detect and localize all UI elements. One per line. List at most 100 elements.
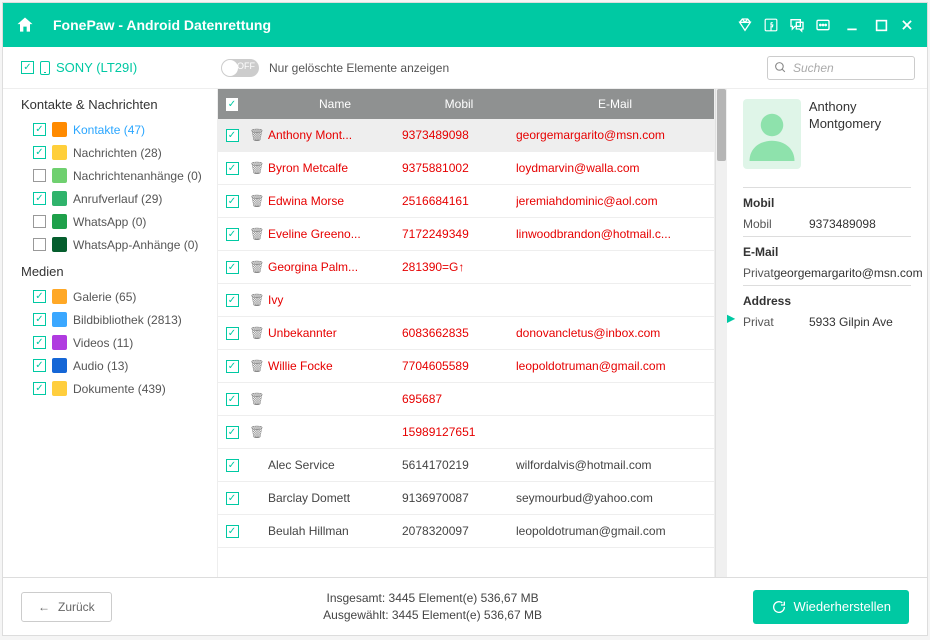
category-icon bbox=[52, 358, 67, 373]
facebook-icon[interactable] bbox=[763, 17, 779, 33]
row-checkbox[interactable] bbox=[226, 459, 239, 472]
col-name[interactable]: Name bbox=[268, 97, 402, 111]
status-total: Insgesamt: 3445 Element(e) 536,67 MB bbox=[112, 590, 754, 607]
row-checkbox[interactable] bbox=[226, 294, 239, 307]
row-email: leopoldotruman@gmail.com bbox=[516, 524, 714, 538]
detail-email-head: E-Mail bbox=[743, 245, 911, 259]
filter-toggle[interactable]: OFF Nur gelöschte Elemente anzeigen bbox=[221, 59, 449, 77]
item-checkbox[interactable] bbox=[33, 169, 46, 182]
table-row[interactable]: 🗑695687 bbox=[218, 383, 714, 416]
table-row[interactable]: 🗑Unbekannter6083662835donovancletus@inbo… bbox=[218, 317, 714, 350]
minimize-icon[interactable] bbox=[841, 17, 863, 33]
row-email: jeremiahdominic@aol.com bbox=[516, 194, 714, 208]
table-row[interactable]: 🗑Georgina Palm...281390=G↑ bbox=[218, 251, 714, 284]
table-row[interactable]: 🗑Eveline Greeno...7172249349linwoodbrand… bbox=[218, 218, 714, 251]
sidebar-item[interactable]: Videos (11) bbox=[21, 331, 213, 354]
item-checkbox[interactable] bbox=[33, 146, 46, 159]
row-email: georgemargarito@msn.com bbox=[516, 128, 714, 142]
table-body[interactable]: 🗑Anthony Mont...9373489098georgemargarit… bbox=[218, 119, 714, 577]
sidebar-item[interactable]: Galerie (65) bbox=[21, 285, 213, 308]
sidebar-item[interactable]: Bildbibliothek (2813) bbox=[21, 308, 213, 331]
row-checkbox[interactable] bbox=[226, 327, 239, 340]
table-row[interactable]: 🗑Willie Focke7704605589leopoldotruman@gm… bbox=[218, 350, 714, 383]
search-input[interactable]: Suchen bbox=[767, 56, 915, 80]
device-checkbox[interactable] bbox=[21, 61, 34, 74]
sidebar-item[interactable]: Dokumente (439) bbox=[21, 377, 213, 400]
phone-icon bbox=[40, 61, 50, 75]
title-controls bbox=[737, 17, 915, 33]
status-text: Insgesamt: 3445 Element(e) 536,67 MB Aus… bbox=[112, 590, 754, 624]
sidebar-item[interactable]: Nachrichtenanhänge (0) bbox=[21, 164, 213, 187]
home-icon[interactable] bbox=[15, 15, 35, 35]
row-checkbox[interactable] bbox=[226, 162, 239, 175]
table-row[interactable]: Barclay Domett9136970087seymourbud@yahoo… bbox=[218, 482, 714, 515]
feedback-icon[interactable] bbox=[789, 17, 805, 33]
header-checkbox[interactable] bbox=[226, 98, 238, 111]
table-row[interactable]: Alec Service5614170219wilfordalvis@hotma… bbox=[218, 449, 714, 482]
sidebar-item[interactable]: Nachrichten (28) bbox=[21, 141, 213, 164]
row-checkbox[interactable] bbox=[226, 228, 239, 241]
titlebar: FonePaw - Android Datenrettung bbox=[3, 3, 927, 47]
sidebar-item[interactable]: Kontakte (47) bbox=[21, 118, 213, 141]
item-checkbox[interactable] bbox=[33, 313, 46, 326]
item-checkbox[interactable] bbox=[33, 215, 46, 228]
col-mobil[interactable]: Mobil bbox=[402, 97, 516, 111]
row-checkbox[interactable] bbox=[226, 426, 239, 439]
item-label: Bildbibliothek (2813) bbox=[73, 313, 182, 327]
table-row[interactable]: Beulah Hillman2078320097leopoldotruman@g… bbox=[218, 515, 714, 548]
table-row[interactable]: 🗑15989127651 bbox=[218, 416, 714, 449]
close-icon[interactable] bbox=[899, 17, 915, 33]
item-checkbox[interactable] bbox=[33, 359, 46, 372]
item-checkbox[interactable] bbox=[33, 290, 46, 303]
detail-mobil: 9373489098 bbox=[809, 217, 911, 231]
row-checkbox[interactable] bbox=[226, 360, 239, 373]
row-mobil: 15989127651 bbox=[402, 425, 516, 439]
trash-icon: 🗑 bbox=[249, 128, 264, 142]
trash-icon: 🗑 bbox=[249, 359, 264, 373]
top-strip: SONY (LT29I) OFF Nur gelöschte Elemente … bbox=[3, 47, 927, 89]
sidebar-item[interactable]: WhatsApp-Anhänge (0) bbox=[21, 233, 213, 256]
row-checkbox[interactable] bbox=[226, 525, 239, 538]
row-checkbox[interactable] bbox=[226, 261, 239, 274]
item-checkbox[interactable] bbox=[33, 192, 46, 205]
detail-email: georgemargarito@msn.com bbox=[774, 266, 923, 280]
diamond-icon[interactable] bbox=[737, 17, 753, 33]
row-name: Eveline Greeno... bbox=[268, 227, 402, 241]
sidebar-item[interactable]: Audio (13) bbox=[21, 354, 213, 377]
row-checkbox[interactable] bbox=[226, 129, 239, 142]
table-row[interactable]: 🗑Edwina Morse2516684161jeremiahdominic@a… bbox=[218, 185, 714, 218]
category-icon bbox=[52, 289, 67, 304]
device-select[interactable]: SONY (LT29I) bbox=[15, 60, 213, 75]
row-name: Beulah Hillman bbox=[268, 524, 402, 538]
sidebar-item[interactable]: Anrufverlauf (29) bbox=[21, 187, 213, 210]
item-checkbox[interactable] bbox=[33, 382, 46, 395]
menu-icon[interactable] bbox=[815, 17, 831, 33]
footer: ← Zurück Insgesamt: 3445 Element(e) 536,… bbox=[3, 577, 927, 635]
row-checkbox[interactable] bbox=[226, 492, 239, 505]
scrollbar[interactable] bbox=[715, 89, 727, 577]
toggle-switch[interactable]: OFF bbox=[221, 59, 259, 77]
row-name: Edwina Morse bbox=[268, 194, 402, 208]
trash-icon: 🗑 bbox=[249, 392, 264, 406]
col-email[interactable]: E-Mail bbox=[516, 97, 714, 111]
item-checkbox[interactable] bbox=[33, 336, 46, 349]
table-row[interactable]: 🗑Byron Metcalfe9375881002loydmarvin@wall… bbox=[218, 152, 714, 185]
category-icon bbox=[52, 191, 67, 206]
row-checkbox[interactable] bbox=[226, 393, 239, 406]
refresh-icon bbox=[771, 599, 787, 615]
recover-button[interactable]: Wiederherstellen bbox=[753, 590, 909, 624]
row-name: Byron Metcalfe bbox=[268, 161, 402, 175]
scroll-thumb[interactable] bbox=[717, 89, 726, 161]
table-row[interactable]: 🗑Anthony Mont...9373489098georgemargarit… bbox=[218, 119, 714, 152]
back-button[interactable]: ← Zurück bbox=[21, 592, 112, 622]
table-row[interactable]: 🗑Ivy bbox=[218, 284, 714, 317]
item-checkbox[interactable] bbox=[33, 238, 46, 251]
row-checkbox[interactable] bbox=[226, 195, 239, 208]
status-selected: Ausgewählt: 3445 Element(e) 536,67 MB bbox=[112, 607, 754, 624]
row-name: Georgina Palm... bbox=[268, 260, 402, 274]
sidebar-item[interactable]: WhatsApp (0) bbox=[21, 210, 213, 233]
category-icon bbox=[52, 214, 67, 229]
item-checkbox[interactable] bbox=[33, 123, 46, 136]
row-name: Willie Focke bbox=[268, 359, 402, 373]
maximize-icon[interactable] bbox=[873, 17, 889, 33]
